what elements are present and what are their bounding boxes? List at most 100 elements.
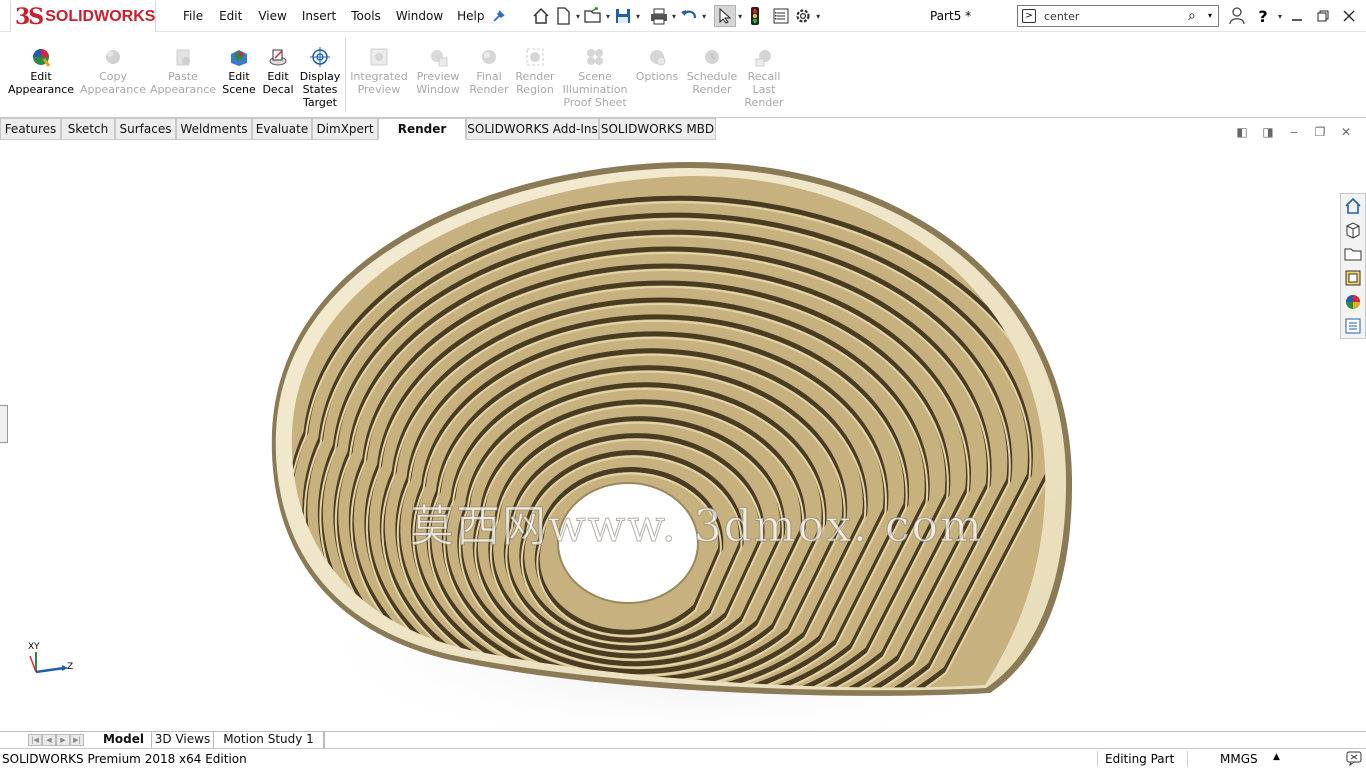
edit-appearance-button[interactable]: Edit Appearance — [8, 46, 74, 96]
tab-weldments[interactable]: Weldments — [176, 118, 252, 140]
axis-y-label: Y — [34, 642, 40, 652]
preview-window-button[interactable]: Preview Window — [412, 46, 464, 96]
solidworks-resources-home-icon[interactable] — [1341, 194, 1365, 218]
doc-minimize-icon[interactable]: ‒ — [1281, 125, 1307, 139]
custom-properties-icon[interactable] — [1341, 314, 1365, 338]
options-button[interactable]: Options — [633, 46, 681, 83]
graphics-area[interactable]: 莫西网www. 3dmox. com — [0, 140, 1366, 732]
recall-last-render-button[interactable]: Recall Last Render — [743, 46, 785, 109]
solidworks-logo[interactable]: 3S SOLIDWORKS — [10, 1, 156, 33]
tab-scroll-buttons: |◀ ◀ ▶ ▶| — [28, 734, 84, 746]
scroll-last-icon[interactable]: ▶| — [70, 734, 84, 746]
gear-icon[interactable] — [792, 5, 814, 27]
scroll-first-icon[interactable]: |◀ — [28, 734, 42, 746]
tab-3d-views[interactable]: 3D Views — [152, 732, 214, 748]
final-render-icon — [478, 46, 500, 68]
search-input[interactable] — [1044, 8, 1184, 24]
menu-window[interactable]: Window — [396, 9, 443, 23]
menu-insert[interactable]: Insert — [302, 9, 336, 23]
new-document-icon[interactable] — [552, 5, 574, 27]
status-edition: SOLIDWORKS Premium 2018 x64 Edition — [2, 752, 247, 766]
undo-icon[interactable] — [678, 5, 700, 27]
search-icon[interactable]: ⌕ — [1188, 8, 1196, 24]
tab-solidworks-mbd[interactable]: SOLIDWORKS MBD — [599, 118, 716, 140]
display-states-target-button[interactable]: Display States Target — [299, 46, 341, 109]
status-separator — [1097, 751, 1098, 767]
tab-sketch[interactable]: Sketch — [61, 118, 115, 140]
user-account-icon[interactable] — [1224, 5, 1250, 27]
tab-motion-study-1[interactable]: Motion Study 1 — [214, 732, 324, 748]
final-render-button[interactable]: Final Render — [467, 46, 511, 96]
save-icon[interactable] — [612, 5, 634, 27]
design-library-icon[interactable] — [1341, 218, 1365, 242]
home-icon[interactable] — [530, 5, 552, 27]
menu-edit[interactable]: Edit — [219, 9, 242, 23]
select-dropdown-chevron-icon[interactable]: ▾ — [738, 12, 742, 21]
menu-file[interactable]: File — [183, 9, 203, 23]
tab-features[interactable]: Features — [0, 118, 61, 140]
minimize-icon[interactable] — [1284, 5, 1310, 27]
save-dropdown-chevron-icon[interactable]: ▾ — [636, 12, 640, 21]
new-dropdown-chevron-icon[interactable]: ▾ — [576, 12, 580, 21]
rebuild-traffic-light-icon[interactable] — [744, 5, 766, 27]
options-label: Options — [635, 70, 679, 83]
quick-access-toolbar: ▾ ▾ ▾ ▾ ▾ ▾ ▾ — [530, 5, 822, 27]
feature-manager-expand-handle[interactable] — [0, 405, 8, 443]
tooltip-balloon-icon[interactable] — [1346, 750, 1362, 768]
command-manager-tabs: Features Sketch Surfaces Weldments Evalu… — [0, 118, 1366, 156]
view-palette-icon[interactable] — [1341, 266, 1365, 290]
select-cursor-icon[interactable] — [714, 5, 737, 27]
edit-decal-button[interactable]: Edit Decal — [261, 46, 295, 96]
undo-dropdown-chevron-icon[interactable]: ▾ — [702, 12, 706, 21]
schedule-render-icon — [701, 46, 723, 68]
schedule-render-button[interactable]: Schedule Render — [684, 46, 740, 96]
restore-icon[interactable] — [1310, 5, 1336, 27]
doc-close-icon[interactable]: ✕ — [1333, 125, 1359, 139]
units-chevron-up-icon[interactable]: ▲ — [1273, 752, 1280, 762]
model-view-tabs: |◀ ◀ ▶ ▶| Model 3D Views Motion Study 1 — [0, 731, 1366, 748]
paste-appearance-button[interactable]: Paste Appearance — [150, 46, 216, 96]
render-region-button[interactable]: Render Region — [513, 46, 557, 96]
pin-menu-button[interactable] — [488, 5, 510, 27]
help-icon[interactable]: ? — [1250, 5, 1276, 27]
open-folder-icon[interactable] — [582, 5, 604, 27]
tab-model[interactable]: Model — [96, 732, 152, 748]
search-box: > ⌕ ▾ — [1017, 5, 1219, 27]
scroll-prev-icon[interactable]: ◀ — [42, 734, 56, 746]
options-dropdown-chevron-icon[interactable]: ▾ — [816, 12, 820, 21]
scroll-next-icon[interactable]: ▶ — [56, 734, 70, 746]
integrated-preview-icon — [368, 46, 390, 68]
menu-tools[interactable]: Tools — [351, 9, 381, 23]
menu-view[interactable]: View — [258, 9, 286, 23]
tab-evaluate[interactable]: Evaluate — [252, 118, 312, 140]
proof-sheet-icon — [584, 46, 606, 68]
file-properties-icon[interactable] — [770, 5, 792, 27]
doc-restore-icon[interactable]: ❐ — [1307, 125, 1333, 139]
integrated-preview-button[interactable]: Integrated Preview — [349, 46, 409, 96]
tile-left-icon[interactable]: ◧ — [1229, 125, 1255, 139]
print-icon[interactable] — [648, 5, 670, 27]
print-dropdown-chevron-icon[interactable]: ▾ — [672, 12, 676, 21]
copy-appearance-icon — [102, 46, 124, 68]
appearances-scenes-decals-icon[interactable] — [1341, 290, 1365, 314]
edit-scene-button[interactable]: Edit Scene — [221, 46, 257, 96]
tab-bar-spacer — [324, 732, 1366, 748]
close-icon[interactable] — [1336, 5, 1362, 27]
help-dropdown-chevron-icon[interactable]: ▾ — [1278, 12, 1282, 21]
tab-render-tools[interactable]: Render Tools — [378, 118, 466, 156]
menu-help[interactable]: Help — [457, 9, 484, 23]
tab-dimxpert[interactable]: DimXpert — [312, 118, 378, 140]
edit-scene-label: Edit Scene — [222, 70, 256, 96]
file-explorer-folder-icon[interactable] — [1341, 242, 1365, 266]
menu-bar: File Edit View Insert Tools Window Help — [183, 9, 485, 23]
open-dropdown-chevron-icon[interactable]: ▾ — [606, 12, 610, 21]
search-scope-chevron-icon[interactable]: ▾ — [1208, 11, 1212, 20]
copy-appearance-button[interactable]: Copy Appearance — [80, 46, 146, 96]
scene-illumination-proof-sheet-button[interactable]: Scene Illumination Proof Sheet — [560, 46, 630, 109]
tab-surfaces[interactable]: Surfaces — [115, 118, 176, 140]
tab-solidworks-add-ins[interactable]: SOLIDWORKS Add-Ins — [466, 118, 599, 140]
status-units[interactable]: MMGS — [1220, 752, 1258, 766]
integrated-preview-label: Integrated Preview — [350, 70, 408, 96]
tile-right-icon[interactable]: ◨ — [1255, 125, 1281, 139]
paste-appearance-icon — [172, 46, 194, 68]
